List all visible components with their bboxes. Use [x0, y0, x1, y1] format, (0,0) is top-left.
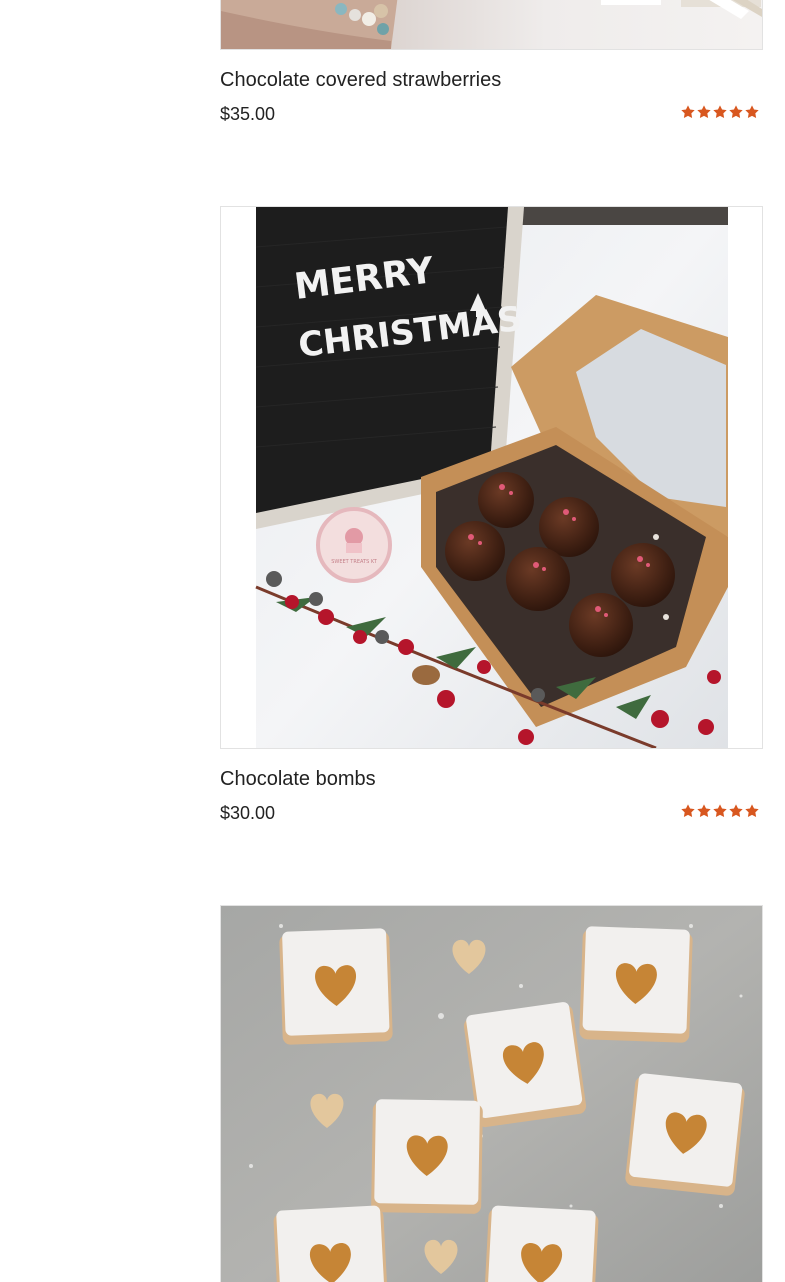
star-icon — [729, 804, 743, 817]
product-image[interactable] — [220, 0, 763, 50]
rating-stars — [680, 803, 760, 819]
star-icon — [745, 804, 759, 817]
strawberries-photo — [221, 0, 762, 49]
product-meta: $35.00 — [220, 102, 763, 126]
star-icon — [713, 804, 727, 817]
product-image[interactable]: MERRY CHRISTMAS SWEET TREATS KT — [220, 206, 763, 749]
product-price: $30.00 — [220, 803, 276, 823]
rating-stars — [680, 104, 760, 120]
star-icon — [681, 804, 695, 817]
star-icon — [697, 804, 711, 817]
star-icon — [697, 105, 711, 118]
product-card[interactable]: Chocolate covered strawberries $35.00 — [220, 0, 763, 126]
product-title[interactable]: Chocolate bombs — [220, 767, 763, 791]
product-title[interactable]: Chocolate covered strawberries — [220, 68, 763, 92]
star-icon — [681, 105, 695, 118]
star-icon — [745, 105, 759, 118]
product-list: Chocolate covered strawberries $35.00 ME… — [0, 0, 785, 1282]
product-card[interactable]: MERRY CHRISTMAS SWEET TREATS KT Chocolat… — [220, 206, 763, 825]
linzer-cookies-photo — [221, 906, 762, 1282]
product-card[interactable] — [220, 905, 763, 1282]
star-icon — [713, 105, 727, 118]
product-price: $35.00 — [220, 104, 276, 124]
product-image[interactable] — [220, 905, 763, 1282]
product-meta: $30.00 — [220, 801, 763, 825]
star-icon — [729, 105, 743, 118]
logo-text: SWEET TREATS KT — [331, 559, 378, 565]
chocolate-bombs-photo: MERRY CHRISTMAS SWEET TREATS KT — [221, 207, 762, 748]
